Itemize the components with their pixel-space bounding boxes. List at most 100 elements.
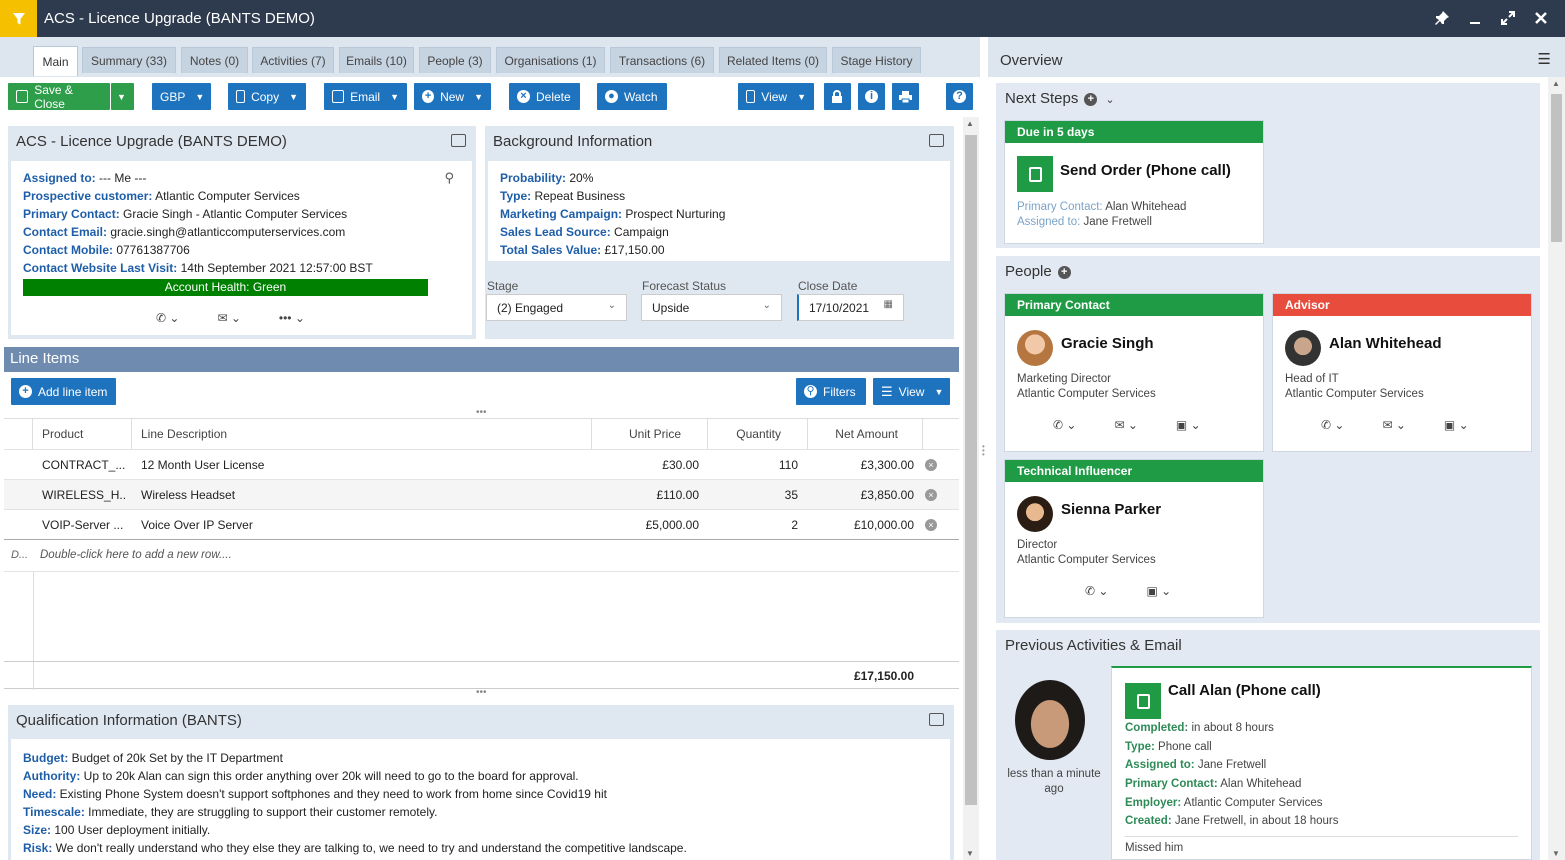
col-quantity[interactable]: Quantity (708, 419, 808, 449)
watch-button[interactable]: ● Watch (597, 83, 667, 110)
filter-icon[interactable] (0, 0, 37, 37)
col-description[interactable]: Line Description (132, 419, 592, 449)
columns-icon (746, 90, 756, 103)
lock-icon (832, 90, 842, 103)
remove-row-icon[interactable]: × (925, 519, 937, 531)
stage-select[interactable]: (2) Engaged ⌄ (486, 294, 627, 321)
save-close-button[interactable]: Save & Close (8, 83, 110, 111)
maximize-icon[interactable] (1498, 8, 1518, 28)
people-title: People (1005, 263, 1052, 280)
minimize-icon[interactable] (1465, 8, 1485, 28)
tab-main[interactable]: Main (33, 46, 78, 76)
edit-icon[interactable] (929, 713, 944, 726)
background-panel: Background Information Probability: 20% … (485, 126, 954, 339)
map-pin-icon[interactable]: ⚲ (444, 170, 454, 186)
pin-icon[interactable] (1432, 8, 1452, 28)
task-icon (1125, 683, 1161, 719)
tab-transactions[interactable]: Transactions (6) (610, 47, 714, 73)
email-button[interactable]: Email ▼ (324, 83, 407, 110)
task-icon[interactable]: ▣ ⌄ (1176, 418, 1201, 432)
task-icon[interactable]: ▣ ⌄ (1444, 418, 1469, 432)
tab-related-items[interactable]: Related Items (0) (719, 47, 827, 73)
new-row[interactable]: D... Double-click here to add a new row.… (4, 539, 959, 572)
add-icon[interactable]: + (1057, 266, 1071, 279)
resize-handle[interactable]: ••• (476, 407, 487, 418)
task-title[interactable]: Send Order (Phone call) (1060, 162, 1231, 179)
tab-activities[interactable]: Activities (7) (252, 47, 334, 73)
add-icon[interactable]: + (1084, 93, 1098, 106)
previous-activities-title: Previous Activities & Email (1005, 637, 1182, 654)
scrollbar-thumb[interactable] (965, 135, 977, 805)
grid-view-button[interactable]: ☰ View ▼ (873, 378, 950, 405)
overview-scrollbar[interactable]: ▲ ▼ (1548, 77, 1565, 860)
save-options-button[interactable]: ▼ (111, 83, 134, 110)
calendar-icon[interactable]: ▦ (884, 299, 893, 310)
remove-row-icon[interactable]: × (925, 489, 937, 501)
view-button[interactable]: View ▼ (738, 83, 814, 110)
people-section: People + Primary Contact Gracie Singh Mar… (996, 256, 1540, 623)
help-button[interactable]: ? (946, 83, 973, 110)
chevron-down-icon: ▼ (474, 91, 483, 102)
edit-icon[interactable] (929, 134, 944, 147)
activity-time: less than a minute ago (1007, 768, 1101, 795)
task-icon[interactable]: ▣ ⌄ (1146, 584, 1171, 598)
task-icon (1017, 156, 1053, 192)
phone-icon[interactable]: ✆ ⌄ (156, 311, 179, 325)
add-line-item-button[interactable]: + Add line item (11, 378, 116, 405)
next-step-card[interactable]: Due in 5 days Send Order (Phone call) Pr… (1004, 120, 1264, 244)
close-icon[interactable] (1531, 8, 1551, 28)
tab-emails[interactable]: Emails (10) (339, 47, 414, 73)
tab-stage-history[interactable]: Stage History (832, 47, 921, 73)
person-card[interactable]: Primary Contact Gracie Singh Marketing D… (1004, 293, 1264, 452)
table-row[interactable]: CONTRACT_... 12 Month User License £30.0… (4, 449, 959, 479)
person-card[interactable]: Technical Influencer Sienna Parker Direc… (1004, 459, 1264, 618)
envelope-icon[interactable]: ✉ ⌄ (1382, 418, 1405, 432)
phone-icon[interactable]: ✆ ⌄ (1321, 418, 1344, 432)
tab-organisations[interactable]: Organisations (1) (496, 47, 605, 73)
tab-notes[interactable]: Notes (0) (181, 47, 248, 73)
close-date-input[interactable]: 17/10/2021 ▦ (797, 294, 904, 321)
col-product[interactable]: Product (33, 419, 132, 449)
pane-splitter[interactable]: • • • (980, 37, 988, 860)
forecast-select[interactable]: Upside ⌄ (641, 294, 782, 321)
tab-summary[interactable]: Summary (33) (82, 47, 176, 73)
info-button[interactable]: i (858, 83, 885, 110)
info-icon: i (865, 90, 878, 103)
col-net-amount[interactable]: Net Amount (808, 419, 923, 449)
more-icon[interactable]: ••• ⌄ (279, 311, 305, 325)
activity-card[interactable]: Call Alan (Phone call) Completed: in abo… (1111, 666, 1532, 860)
save-icon (16, 90, 29, 103)
resize-handle[interactable]: ••• (476, 687, 487, 698)
envelope-icon[interactable]: ✉ ⌄ (1114, 418, 1137, 432)
print-button[interactable] (892, 83, 919, 110)
menu-icon[interactable]: ☰ (1538, 50, 1551, 68)
person-card[interactable]: Advisor Alan Whitehead Head of IT Atlant… (1272, 293, 1532, 452)
table-row[interactable]: VOIP-Server ... Voice Over IP Server £5,… (4, 509, 959, 539)
person-role: Technical Influencer (1005, 460, 1263, 482)
activity-title[interactable]: Call Alan (Phone call) (1168, 682, 1321, 699)
lock-button[interactable] (824, 83, 851, 110)
line-items-header: Line Items (4, 347, 959, 372)
col-unit-price[interactable]: Unit Price (592, 419, 708, 449)
person-name[interactable]: Gracie Singh (1061, 335, 1154, 352)
envelope-icon[interactable]: ✉ ⌄ (217, 311, 240, 325)
summary-panel: ACS - Licence Upgrade (BANTS DEMO) Assig… (8, 126, 476, 339)
person-name[interactable]: Alan Whitehead (1329, 335, 1442, 352)
phone-icon[interactable]: ✆ ⌄ (1053, 418, 1076, 432)
scrollbar-thumb[interactable] (1551, 94, 1562, 242)
tab-people[interactable]: People (3) (419, 47, 491, 73)
person-name[interactable]: Sienna Parker (1061, 501, 1161, 518)
field-contact-email: Contact Email: gracie.singh@atlanticcomp… (23, 225, 346, 239)
main-scrollbar[interactable]: ▲ ▼ (963, 117, 979, 860)
edit-icon[interactable] (451, 134, 466, 147)
remove-row-icon[interactable]: × (925, 459, 937, 471)
filters-button[interactable]: ⚲ Filters (796, 378, 866, 405)
phone-icon[interactable]: ✆ ⌄ (1085, 584, 1108, 598)
delete-button[interactable]: × Delete (509, 83, 580, 110)
person-role: Advisor (1273, 294, 1531, 316)
chevron-down-icon[interactable]: ⌄ (1105, 94, 1114, 106)
currency-button[interactable]: GBP ▼ (152, 83, 211, 110)
copy-button[interactable]: Copy ▼ (228, 83, 306, 110)
new-button[interactable]: + New ▼ (414, 83, 491, 110)
table-row[interactable]: WIRELESS_H... Wireless Headset £110.00 3… (4, 479, 959, 509)
